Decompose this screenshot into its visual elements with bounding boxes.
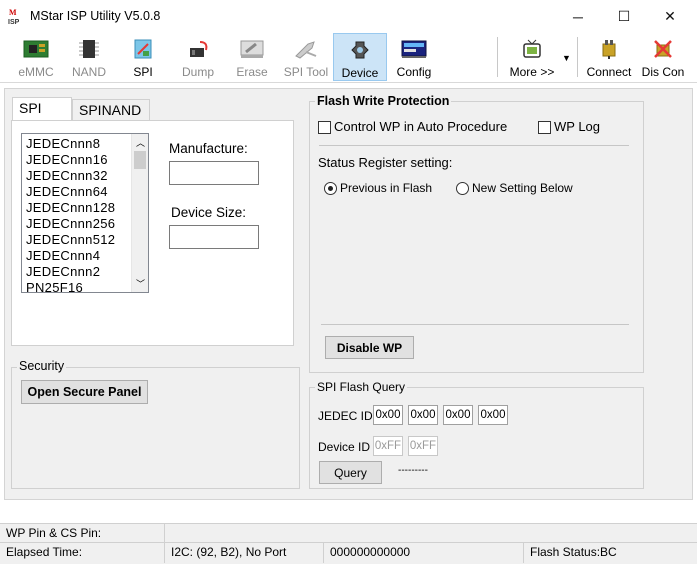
- wp-log-checkbox[interactable]: [538, 121, 551, 134]
- flash-write-protection-group: [309, 101, 644, 373]
- emmc-chip-icon: [23, 40, 49, 58]
- flash-status: Flash Status:BC: [530, 545, 617, 559]
- toolbar: eMMC NAND SPI Dump Erase SPI Tool Device…: [0, 33, 697, 83]
- jedec-id-byte-4[interactable]: 0x00: [478, 405, 508, 425]
- device-size-field[interactable]: [169, 225, 259, 249]
- device-list-item[interactable]: PN25F16: [26, 280, 83, 292]
- control-wp-label: Control WP in Auto Procedure: [334, 119, 508, 134]
- erase-icon: [240, 40, 264, 58]
- device-list-item[interactable]: JEDECnnn4: [26, 248, 100, 263]
- maximize-icon: ☐: [617, 8, 631, 24]
- counter-status: 000000000000: [324, 543, 524, 563]
- toolbar-spi-button[interactable]: SPI: [116, 33, 170, 81]
- window-title: MStar ISP Utility V5.0.8: [30, 9, 161, 23]
- toolbar-more-button[interactable]: More >>: [504, 33, 560, 81]
- toolbar-config-button[interactable]: Config: [387, 33, 441, 81]
- device-icon: [351, 41, 369, 59]
- title-bar: M ISP MStar ISP Utility V5.0.8 ─ ☐ ✕: [0, 0, 697, 33]
- device-list-item[interactable]: JEDECnnn128: [26, 200, 115, 215]
- tab-spinand[interactable]: SPINAND: [72, 99, 150, 121]
- device-list-item[interactable]: JEDECnnn2: [26, 264, 100, 279]
- close-icon: ✕: [664, 8, 676, 24]
- toolbar-connect-button[interactable]: Connect: [584, 33, 634, 81]
- query-result: ---------: [398, 465, 428, 476]
- device-id-byte-1: 0xFF: [373, 436, 403, 456]
- main-status-bar: Elapsed Time: I2C: (92, B2), No Port 000…: [0, 542, 697, 564]
- device-id-label: Device ID: [318, 440, 371, 454]
- open-secure-panel-button[interactable]: Open Secure Panel: [21, 380, 148, 404]
- disconnect-icon: [654, 40, 672, 58]
- jedec-id-label: JEDEC ID: [318, 409, 373, 423]
- jedec-id-byte-1[interactable]: 0x00: [373, 405, 403, 425]
- minimize-icon: ─: [573, 8, 583, 25]
- spi-tool-icon: [295, 41, 317, 59]
- device-list-item[interactable]: JEDECnnn256: [26, 216, 115, 231]
- query-button[interactable]: Query: [319, 461, 382, 484]
- wp-log-label: WP Log: [554, 119, 601, 134]
- device-list-item[interactable]: JEDECnnn64: [26, 184, 108, 199]
- toolbar-spi-tool-button[interactable]: SPI Tool: [279, 33, 333, 81]
- scroll-down-icon[interactable]: ﹀: [136, 277, 145, 290]
- control-wp-checkbox[interactable]: [318, 121, 331, 134]
- previous-in-flash-label: Previous in Flash: [340, 181, 433, 195]
- toolbar-separator: [577, 37, 578, 77]
- divider: [321, 324, 629, 325]
- device-list-item[interactable]: JEDECnnn8: [26, 136, 100, 151]
- more-dropdown-chevron-icon[interactable]: ▼: [562, 53, 572, 63]
- device-size-label: Device Size:: [171, 205, 247, 220]
- toolbar-separator: [497, 37, 498, 77]
- device-list-item[interactable]: JEDECnnn32: [26, 168, 108, 183]
- dump-icon: [190, 41, 208, 57]
- toolbar-dump-button[interactable]: Dump: [171, 33, 225, 81]
- scrollbar-thumb[interactable]: [134, 151, 146, 169]
- maximize-button[interactable]: ☐: [601, 0, 647, 33]
- close-button[interactable]: ✕: [647, 0, 693, 33]
- disable-wp-button[interactable]: Disable WP: [325, 336, 414, 359]
- new-setting-below-label: New Setting Below: [472, 181, 573, 195]
- toolbar-device-button[interactable]: Device: [333, 33, 387, 81]
- toolbar-emmc-button[interactable]: eMMC: [9, 33, 63, 81]
- toolbar-nand-button[interactable]: NAND: [62, 33, 116, 81]
- manufacture-label: Manufacture:: [169, 141, 248, 156]
- manufacture-field[interactable]: [169, 161, 259, 185]
- spi-chip-icon: [134, 39, 152, 59]
- tab-spi[interactable]: SPI: [12, 97, 72, 121]
- nand-chip-icon: [79, 40, 99, 58]
- device-listbox[interactable]: JEDECnnn8 JEDECnnn16 JEDECnnn32 JEDECnnn64 J…: [21, 133, 149, 293]
- jedec-id-byte-3[interactable]: 0x00: [443, 405, 473, 425]
- spi-flash-query-title: SPI Flash Query: [315, 380, 408, 394]
- device-list-item[interactable]: JEDECnnn16: [26, 152, 108, 167]
- flash-write-protection-title: Flash Write Protection: [315, 94, 452, 108]
- previous-in-flash-radio[interactable]: [324, 182, 337, 195]
- mstar-isp-icon: M ISP: [8, 7, 24, 25]
- i2c-status: I2C: (92, B2), No Port: [165, 543, 324, 563]
- listbox-scrollbar[interactable]: ︿ ﹀: [131, 134, 148, 292]
- svg-text:M: M: [9, 8, 17, 17]
- config-icon: [401, 40, 427, 58]
- divider: [319, 145, 629, 146]
- security-group-title: Security: [17, 359, 67, 373]
- scroll-up-icon[interactable]: ︿: [136, 136, 145, 149]
- new-setting-below-radio[interactable]: [456, 182, 469, 195]
- svg-text:ISP: ISP: [8, 19, 20, 25]
- device-id-byte-2: 0xFF: [408, 436, 438, 456]
- status-register-label: Status Register setting:: [318, 155, 453, 170]
- minimize-button[interactable]: ─: [555, 0, 601, 33]
- device-list-item[interactable]: JEDECnnn512: [26, 232, 115, 247]
- elapsed-time-status: Elapsed Time:: [0, 543, 165, 563]
- jedec-id-byte-2[interactable]: 0x00: [408, 405, 438, 425]
- wp-cs-pin-status: WP Pin & CS Pin:: [0, 524, 165, 544]
- connect-icon: [602, 40, 616, 59]
- tv-icon: [523, 39, 541, 58]
- pin-status-bar: WP Pin & CS Pin:: [0, 523, 697, 544]
- toolbar-erase-button[interactable]: Erase: [225, 33, 279, 81]
- toolbar-disconnect-button[interactable]: Dis Con: [638, 33, 688, 81]
